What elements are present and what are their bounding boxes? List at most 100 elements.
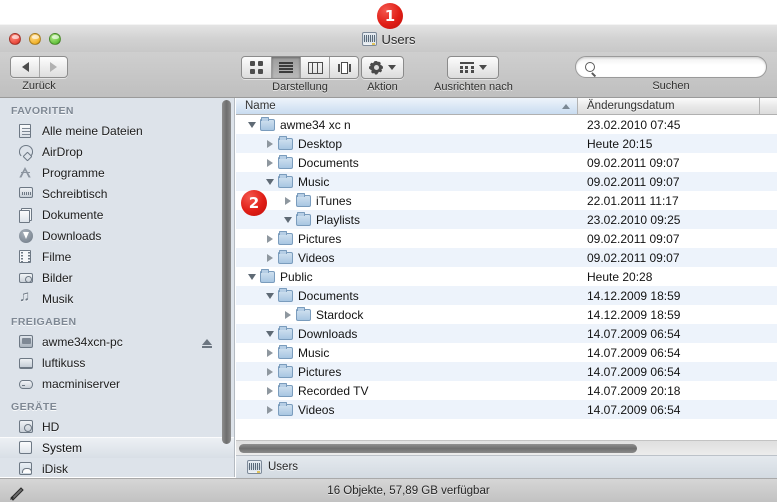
- file-name-label: Music: [298, 345, 330, 360]
- airdrop-icon: [19, 144, 35, 159]
- folder-icon: [296, 211, 311, 226]
- search-group: Suchen: [575, 56, 767, 92]
- sidebar-item-bilder[interactable]: Bilder: [0, 267, 234, 288]
- search-field[interactable]: [575, 56, 767, 78]
- table-row[interactable]: iTunes 22.01.2011 11:17: [236, 191, 777, 210]
- users-folder-icon: [247, 460, 262, 474]
- sidebar-item-label: Alle meine Dateien: [42, 123, 143, 138]
- sidebar-item-airdrop[interactable]: AirDrop: [0, 141, 234, 162]
- folder-icon: [296, 192, 311, 207]
- table-row[interactable]: Music 14.07.2009 06:54: [236, 343, 777, 362]
- sidebar-item-schreibtisch[interactable]: Schreibtisch: [0, 183, 234, 204]
- table-row[interactable]: Videos 09.02.2011 09:07: [236, 248, 777, 267]
- column-view-button[interactable]: [300, 57, 329, 78]
- file-name-label: Videos: [298, 250, 335, 265]
- horizontal-scrollbar-thumb[interactable]: [239, 444, 637, 453]
- column-header-name[interactable]: Name: [236, 98, 578, 114]
- disclosure-closed-icon[interactable]: [262, 234, 278, 243]
- sidebar-item-alle-meine-dateien[interactable]: Alle meine Dateien: [0, 120, 234, 141]
- icon-view-button[interactable]: [242, 57, 271, 78]
- table-row[interactable]: Downloads 14.07.2009 06:54: [236, 324, 777, 343]
- file-name-label: Stardock: [316, 307, 364, 322]
- forward-button[interactable]: [39, 57, 67, 77]
- disclosure-open-icon[interactable]: [244, 121, 260, 128]
- disclosure-closed-icon[interactable]: [262, 405, 278, 414]
- sidebar-item-dokumente[interactable]: Dokumente: [0, 204, 234, 225]
- finder-window: Users Zurück Darstellung Aktion Ausricht…: [0, 0, 777, 502]
- horizontal-scrollbar-track[interactable]: [236, 440, 777, 455]
- shared-laptop-icon: [19, 356, 35, 370]
- sidebar-item-programme[interactable]: Programme: [0, 162, 234, 183]
- sidebar[interactable]: FAVORITEN Alle meine Dateien AirDrop Progra…: [0, 98, 235, 477]
- folder-icon: [278, 135, 293, 150]
- table-row[interactable]: Music 09.02.2011 09:07: [236, 172, 777, 191]
- sidebar-item-label: AirDrop: [42, 144, 83, 159]
- annotation-badge-1: 1: [377, 3, 403, 29]
- sidebar-item-hd[interactable]: HD: [0, 416, 234, 437]
- sidebar-item-label: luftikuss: [42, 355, 86, 370]
- disclosure-closed-icon[interactable]: [262, 158, 278, 167]
- sidebar-item-musik[interactable]: Musik: [0, 288, 234, 309]
- sidebar-item-awme34xcn-pc[interactable]: awme34xcn-pc: [0, 331, 234, 352]
- table-row[interactable]: Recorded TV 14.07.2009 20:18: [236, 381, 777, 400]
- table-row[interactable]: Videos 14.07.2009 06:54: [236, 400, 777, 419]
- disclosure-closed-icon[interactable]: [262, 348, 278, 357]
- coverflow-view-button[interactable]: [329, 57, 358, 78]
- table-row[interactable]: awme34 xc n 23.02.2010 07:45: [236, 115, 777, 134]
- disclosure-closed-icon[interactable]: [262, 386, 278, 395]
- status-text: 16 Objekte, 57,89 GB verfügbar: [327, 484, 490, 497]
- sidebar-item-label: Schreibtisch: [42, 186, 108, 201]
- search-input[interactable]: [600, 60, 757, 74]
- table-row[interactable]: Stardock 14.12.2009 18:59: [236, 305, 777, 324]
- sidebar-scrollbar-track[interactable]: [222, 100, 231, 444]
- disclosure-closed-icon[interactable]: [262, 139, 278, 148]
- action-button[interactable]: [361, 56, 404, 79]
- disclosure-open-icon[interactable]: [244, 273, 260, 280]
- disclosure-open-icon[interactable]: [262, 292, 278, 299]
- disclosure-open-icon[interactable]: [280, 216, 296, 223]
- table-row[interactable]: Public Heute 20:28: [236, 267, 777, 286]
- cell-date: 14.12.2009 18:59: [587, 307, 681, 322]
- table-row[interactable]: Documents 14.12.2009 18:59: [236, 286, 777, 305]
- sidebar-item-label: Programme: [42, 165, 105, 180]
- all-files-icon: [19, 123, 35, 138]
- eject-icon[interactable]: [202, 338, 212, 348]
- table-row[interactable]: Documents 09.02.2011 09:07: [236, 153, 777, 172]
- column-header-date[interactable]: Änderungsdatum: [578, 98, 760, 114]
- sidebar-item-downloads[interactable]: Downloads: [0, 225, 234, 246]
- disclosure-closed-icon[interactable]: [262, 367, 278, 376]
- sidebar-section-header: GERÄTE: [11, 401, 58, 413]
- disclosure-closed-icon[interactable]: [262, 253, 278, 262]
- table-row[interactable]: Pictures 14.07.2009 06:54: [236, 362, 777, 381]
- table-row[interactable]: Playlists 23.02.2010 09:25: [236, 210, 777, 229]
- disclosure-closed-icon[interactable]: [280, 310, 296, 319]
- path-segment-users[interactable]: Users: [268, 461, 298, 473]
- path-bar[interactable]: Users: [236, 455, 777, 478]
- back-forward-control[interactable]: [10, 56, 68, 78]
- idisk-icon: [19, 461, 35, 476]
- sidebar-item-idisk[interactable]: iDisk: [0, 458, 234, 477]
- table-row[interactable]: Pictures 09.02.2011 09:07: [236, 229, 777, 248]
- folder-icon: [278, 249, 293, 264]
- arrange-button[interactable]: [447, 56, 500, 79]
- sidebar-item-macminiserver[interactable]: macminiserver: [0, 373, 234, 394]
- list-view-button[interactable]: [271, 57, 300, 78]
- view-mode-control[interactable]: [241, 56, 359, 79]
- harddisk-icon: [19, 419, 35, 434]
- disclosure-open-icon[interactable]: [262, 178, 278, 185]
- sidebar-item-system[interactable]: System: [0, 437, 234, 458]
- column-header-name-label: Name: [245, 100, 276, 112]
- file-list[interactable]: Name Änderungsdatum awme34 xc n 23.02.201…: [236, 98, 777, 440]
- disclosure-closed-icon[interactable]: [280, 196, 296, 205]
- cell-name: Stardock: [236, 305, 578, 324]
- table-row[interactable]: Desktop Heute 20:15: [236, 134, 777, 153]
- sidebar-scrollbar-thumb[interactable]: [222, 100, 231, 444]
- sidebar-item-luftikuss[interactable]: luftikuss: [0, 352, 234, 373]
- sidebar-item-filme[interactable]: Filme: [0, 246, 234, 267]
- shared-pc-icon: [19, 334, 35, 349]
- back-button[interactable]: [11, 57, 39, 77]
- disclosure-open-icon[interactable]: [262, 330, 278, 337]
- mouse-cursor: [10, 487, 24, 501]
- toolbar: Zurück Darstellung Aktion Ausrichten nac…: [0, 52, 777, 98]
- folder-icon: [278, 382, 293, 397]
